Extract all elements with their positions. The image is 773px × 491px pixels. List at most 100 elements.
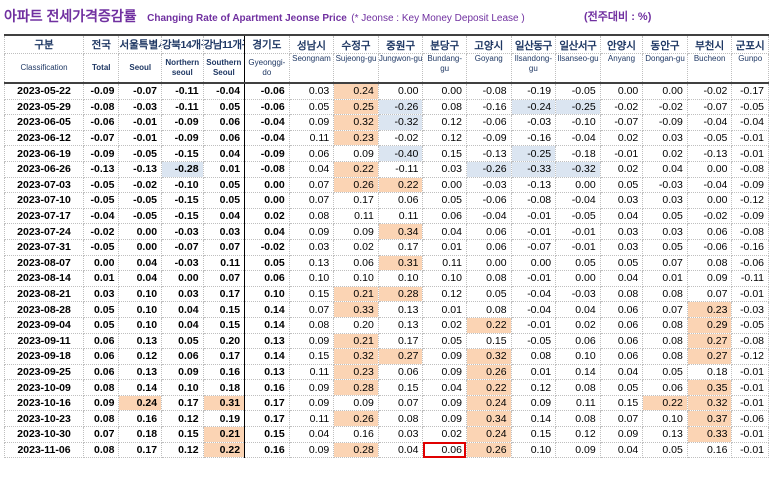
table-cell: 0.09 <box>288 379 335 396</box>
column-header-kr: 강남11개구 <box>202 34 246 54</box>
table-cell: -0.04 <box>244 114 290 131</box>
table-cell: -0.08 <box>731 223 769 240</box>
table-cell: 0.09 <box>288 114 335 131</box>
table-cell: 0.27 <box>686 332 733 350</box>
table-cell: 0.08 <box>83 410 120 428</box>
column-header-en: Seongnam <box>288 53 335 84</box>
table-row: 2023-07-03 -0.05 -0.02 -0.10 0.05 0.00 0.07 0.2… <box>3 176 769 194</box>
table-cell: -0.06 <box>731 254 769 272</box>
table-cell: -0.01 <box>731 379 769 396</box>
row-date: 2023-10-09 <box>3 379 85 396</box>
table-cell: 0.22 <box>465 316 512 334</box>
table-cell: -0.11 <box>731 270 769 287</box>
table-cell: 0.06 <box>465 223 512 240</box>
table-cell: 0.21 <box>333 285 379 303</box>
table-cell: 0.22 <box>642 394 688 412</box>
table-row: 2023-11-06 0.08 0.17 0.12 0.22 0.16 0.09 0.28 0.… <box>3 441 769 459</box>
table-cell: 0.35 <box>686 379 733 396</box>
table-cell: 0.21 <box>333 332 379 350</box>
table-cell: 0.08 <box>555 379 601 396</box>
table-cell: 0.15 <box>422 145 467 162</box>
table-row: 2023-08-14 0.01 0.04 0.00 0.07 0.06 0.10 0.10 0.… <box>3 270 769 287</box>
table-row: 2023-10-30 0.07 0.18 0.15 0.21 0.15 0.04 0.16 0.… <box>3 426 769 443</box>
table-cell: 0.05 <box>202 176 246 194</box>
table-cell: 0.10 <box>118 301 163 318</box>
table-cell: -0.16 <box>510 129 557 147</box>
table-cell: 0.10 <box>377 270 424 287</box>
table-cell: 0.37 <box>686 410 733 428</box>
table-cell: -0.11 <box>161 98 204 116</box>
row-date: 2023-10-16 <box>3 394 85 412</box>
row-date: 2023-11-06 <box>3 441 85 459</box>
table-cell: 0.14 <box>244 348 290 365</box>
table-cell: 0.04 <box>377 441 424 459</box>
table-cell: 0.06 <box>161 348 204 365</box>
table-cell: -0.04 <box>555 192 601 209</box>
table-cell: 0.04 <box>288 160 335 178</box>
table-cell: 0.05 <box>642 238 688 256</box>
table-cell: 0.05 <box>642 207 688 225</box>
table-cell: 0.00 <box>244 176 290 194</box>
table-cell: -0.13 <box>510 176 557 194</box>
table-cell: 0.11 <box>333 207 379 225</box>
table-cell: 0.15 <box>161 426 204 443</box>
table-cell: 0.13 <box>288 254 335 272</box>
column-header-kr: 고양시 <box>465 34 512 54</box>
table-cell: 0.06 <box>422 207 467 225</box>
row-date: 2023-09-11 <box>3 332 85 350</box>
table-cell: 0.10 <box>333 270 379 287</box>
table-cell: 0.16 <box>244 441 290 459</box>
table-cell: 0.24 <box>118 394 163 412</box>
column-header-kr: 중원구 <box>377 34 424 54</box>
table-cell: 0.08 <box>555 410 601 428</box>
table-cell: 0.14 <box>244 301 290 318</box>
table-cell: -0.07 <box>599 114 644 131</box>
table-cell: -0.03 <box>731 301 769 318</box>
table-cell: 0.07 <box>642 254 688 272</box>
table-cell: -0.03 <box>118 98 163 116</box>
table-cell: 0.16 <box>118 410 163 428</box>
table-cell: 0.00 <box>422 82 467 100</box>
table-row: 2023-08-28 0.05 0.10 0.04 0.15 0.14 0.07 0.33 0.… <box>3 301 769 318</box>
table-cell: 0.32 <box>686 394 733 412</box>
table-cell: -0.05 <box>83 176 120 194</box>
table-cell: 0.07 <box>288 176 335 194</box>
column-header-kr: 일산동구 <box>510 34 557 54</box>
table-cell: -0.06 <box>686 238 733 256</box>
table-cell: 0.08 <box>288 207 335 225</box>
table-cell: -0.09 <box>83 145 120 162</box>
table-cell: -0.05 <box>731 98 769 116</box>
table-cell: -0.06 <box>244 82 290 100</box>
row-date: 2023-06-19 <box>3 145 85 162</box>
table-cell: 0.08 <box>642 348 688 365</box>
table-cell: 0.14 <box>118 379 163 396</box>
table-cell: 0.09 <box>422 363 467 381</box>
table-cell: -0.01 <box>731 441 769 459</box>
table-cell: -0.02 <box>244 238 290 256</box>
table-cell: 0.06 <box>555 332 601 350</box>
table-row: 2023-09-25 0.06 0.13 0.09 0.16 0.13 0.11 0.23 0.… <box>3 363 769 381</box>
table-cell: 0.11 <box>422 254 467 272</box>
table-cell: 0.00 <box>642 82 688 100</box>
table-cell: 0.06 <box>333 254 379 272</box>
table-cell: -0.03 <box>510 114 557 131</box>
table-cell: -0.03 <box>465 176 512 194</box>
table-cell: 0.04 <box>599 270 644 287</box>
table-cell: 0.00 <box>244 192 290 209</box>
table-cell: 0.08 <box>422 98 467 116</box>
table-cell: 0.20 <box>202 332 246 350</box>
table-row: 2023-06-05 -0.06 -0.01 -0.09 0.06 -0.04 0.09 0.… <box>3 114 769 131</box>
table-cell: 0.12 <box>422 129 467 147</box>
table-cell: 0.03 <box>377 426 424 443</box>
table-cell: -0.07 <box>161 238 204 256</box>
table-body: 2023-05-22 -0.09 -0.07 -0.11 -0.04 -0.06 0.03 0… <box>3 82 769 459</box>
row-date: 2023-07-03 <box>3 176 85 194</box>
table-cell: -0.08 <box>731 160 769 178</box>
table-cell: 0.04 <box>599 207 644 225</box>
table-cell: 0.05 <box>642 363 688 381</box>
column-header-kr: 전국 <box>83 34 120 54</box>
table-cell: 0.02 <box>333 238 379 256</box>
table-cell: -0.28 <box>161 160 204 178</box>
table-cell: 0.17 <box>244 394 290 412</box>
table-cell: 0.08 <box>642 332 688 350</box>
